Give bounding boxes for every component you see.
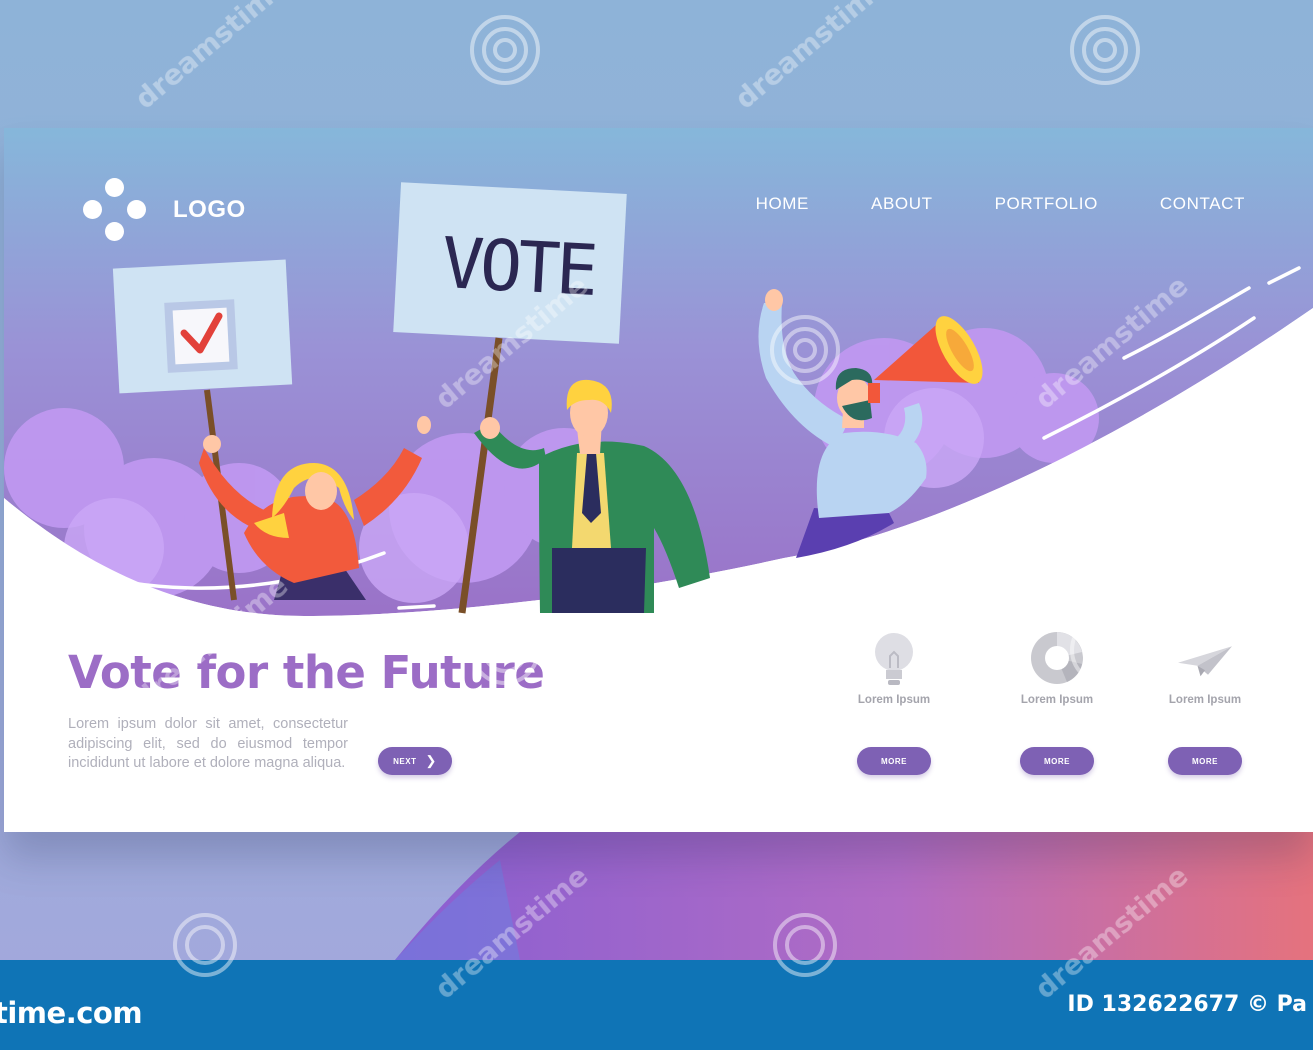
- logo[interactable]: LOGO: [83, 178, 246, 242]
- next-button-label: NEXT: [393, 756, 417, 766]
- pie-chart-icon: [1031, 632, 1083, 684]
- paper-plane-icon: [1178, 646, 1232, 677]
- logo-icon: [83, 178, 147, 242]
- feature-paper-plane: Lorem Ipsum: [1130, 628, 1280, 706]
- landing-page-card: LOGO HOME ABOUT PORTFOLIO CONTACT VOTE V…: [4, 128, 1313, 832]
- feature-pie-chart: Lorem Ipsum: [982, 628, 1132, 706]
- lightbulb-icon: [875, 633, 913, 685]
- more-button[interactable]: MORE: [1020, 747, 1094, 775]
- nav-portfolio[interactable]: PORTFOLIO: [995, 194, 1098, 214]
- background-swoosh: [395, 832, 1313, 960]
- feature-label: Lorem Ipsum: [857, 694, 931, 706]
- main-nav: HOME ABOUT PORTFOLIO CONTACT: [756, 194, 1245, 214]
- nav-home[interactable]: HOME: [756, 194, 809, 214]
- vote-sign-text: VOTE: [439, 222, 597, 312]
- feature-label: Lorem Ipsum: [1020, 694, 1094, 706]
- feature-label: Lorem Ipsum: [1168, 694, 1242, 706]
- more-button[interactable]: MORE: [857, 747, 931, 775]
- next-button[interactable]: NEXT ❯: [378, 747, 452, 775]
- more-button[interactable]: MORE: [1168, 747, 1242, 775]
- feature-lightbulb: Lorem Ipsum: [819, 628, 969, 706]
- nav-contact[interactable]: CONTACT: [1160, 194, 1245, 214]
- logo-text: LOGO: [173, 196, 246, 223]
- intro-paragraph: Lorem ipsum dolor sit amet, consectetur …: [68, 716, 348, 771]
- image-id: ID 132622677 © Pa: [1067, 992, 1307, 1017]
- nav-about[interactable]: ABOUT: [871, 194, 933, 214]
- footer-brand: time.com: [0, 996, 143, 1030]
- chevron-right-icon: ❯: [425, 753, 437, 768]
- page-title: Vote for the Future: [68, 646, 545, 699]
